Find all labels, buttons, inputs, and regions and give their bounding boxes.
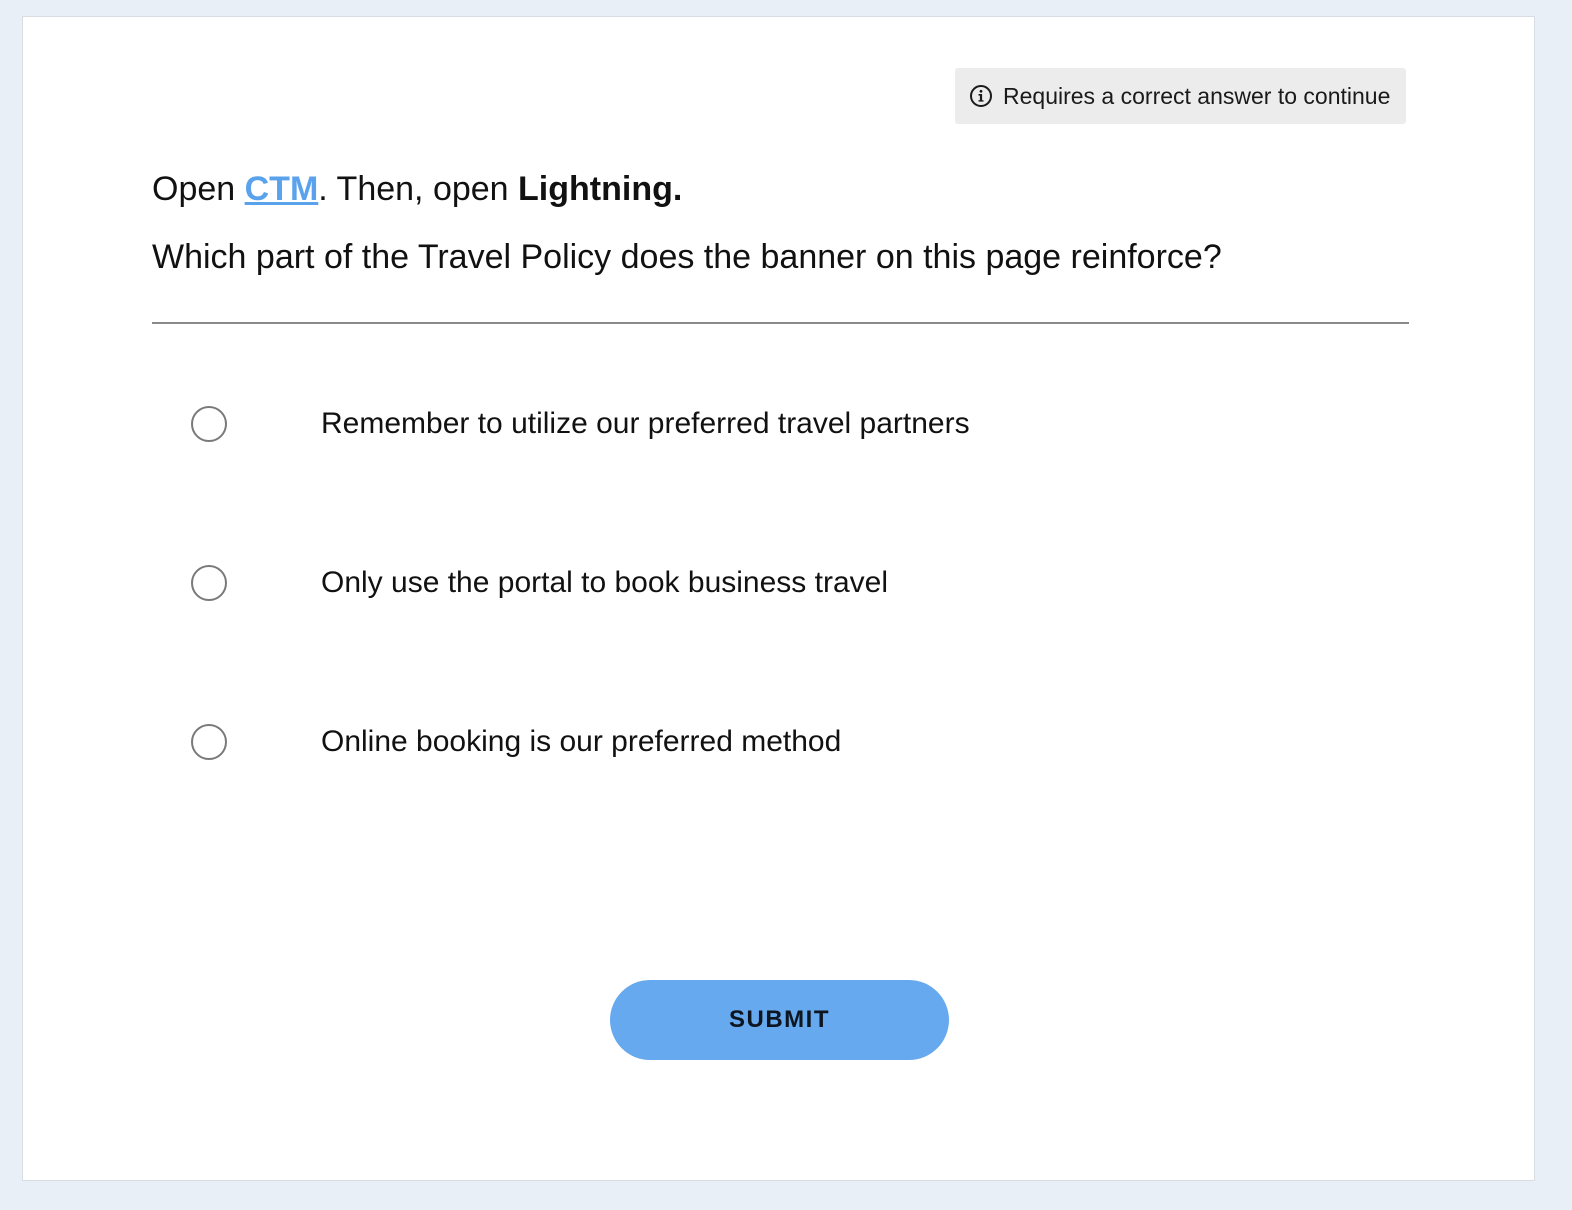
option-label: Remember to utilize our preferred travel…: [321, 407, 970, 440]
answer-option-3[interactable]: Online booking is our preferred method: [191, 720, 1291, 764]
instruction-text: Open CTM. Then, open Lightning.: [152, 167, 1409, 211]
question-text: Which part of the Travel Policy does the…: [152, 238, 1222, 276]
radio-button[interactable]: [191, 406, 227, 442]
ctm-link[interactable]: CTM: [245, 170, 319, 208]
option-label: Only use the portal to book business tra…: [321, 566, 888, 599]
instruction-bold: Lightning.: [518, 170, 683, 208]
instruction-prefix: Open: [152, 170, 245, 208]
instruction-middle: . Then, open: [318, 170, 519, 208]
answer-options: Remember to utilize our preferred travel…: [191, 402, 1291, 879]
answer-option-1[interactable]: Remember to utilize our preferred travel…: [191, 402, 1291, 446]
requirement-badge: Requires a correct answer to continue: [955, 68, 1407, 124]
radio-button[interactable]: [191, 565, 227, 601]
quiz-card: Requires a correct answer to continue Op…: [22, 16, 1535, 1181]
divider: [152, 322, 1409, 324]
submit-button[interactable]: SUBMIT: [610, 980, 949, 1060]
answer-option-2[interactable]: Only use the portal to book business tra…: [191, 561, 1291, 605]
radio-button[interactable]: [191, 724, 227, 760]
requirement-text: Requires a correct answer to continue: [1003, 82, 1391, 109]
option-label: Online booking is our preferred method: [321, 725, 842, 758]
info-circle-icon: [970, 85, 992, 107]
question-block: Open CTM. Then, open Lightning. Which pa…: [152, 167, 1409, 279]
